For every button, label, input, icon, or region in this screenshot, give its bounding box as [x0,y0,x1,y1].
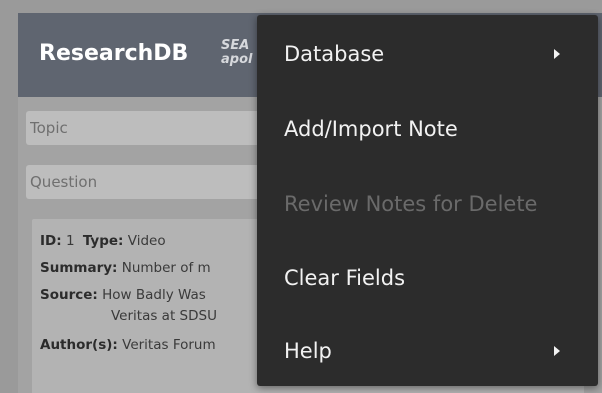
submenu-arrow-icon [554,49,560,59]
source-label: Source: [40,287,98,303]
author-value: Veritas Forum [122,337,216,353]
summary-label: Summary: [40,260,118,276]
type-value: Video [127,233,166,249]
id-label: ID: [40,233,62,249]
source-value: How Badly Was [102,287,206,303]
app-screen: ResearchDB SEA apol ID: 1 Type: Video Su… [0,0,602,393]
summary-value: Number of m [121,260,211,276]
card-id-type-line: ID: 1 Type: Video [40,233,166,249]
menu-item-label: Help [284,339,332,363]
menu-item-label: Add/Import Note [284,117,458,141]
menu-item-clear-fields[interactable]: Clear Fields [257,250,598,306]
menu-item-label: Clear Fields [284,266,406,290]
menu-item-label: Database [284,42,385,66]
overflow-menu: Database Add/Import Note Review Notes fo… [257,15,598,386]
card-source-line-2: Veritas at SDSU [111,308,217,324]
author-label: Author(s): [40,337,118,353]
card-source-line: Source: How Badly Was [40,287,206,303]
menu-item-database[interactable]: Database [257,26,598,82]
menu-item-add-import-note[interactable]: Add/Import Note [257,101,598,157]
menu-item-review-notes-for-delete: Review Notes for Delete [257,176,598,232]
app-title: ResearchDB [39,41,189,66]
card-summary-line: Summary: Number of m [40,260,211,276]
card-author-line: Author(s): Veritas Forum [40,337,216,353]
submenu-arrow-icon [554,346,560,356]
type-label: Type: [82,233,124,249]
menu-item-help[interactable]: Help [257,323,598,379]
id-value: 1 [65,233,75,249]
menu-item-label: Review Notes for Delete [284,192,538,216]
source-value-2: Veritas at SDSU [111,308,217,324]
